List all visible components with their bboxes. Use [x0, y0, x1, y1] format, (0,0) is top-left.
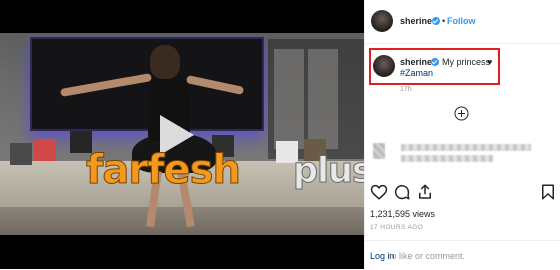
blurred-comment	[401, 144, 531, 151]
bookmark-icon	[542, 184, 554, 200]
play-icon	[160, 115, 194, 155]
save-button[interactable]	[539, 183, 557, 201]
follow-button[interactable]: Follow	[447, 16, 476, 26]
caption-text: My princess	[442, 57, 491, 67]
action-bar	[365, 183, 560, 205]
avatar[interactable]	[371, 10, 393, 32]
hashtag-link[interactable]: #Zaman	[400, 68, 433, 78]
login-prompt-text: to like or comment.	[389, 251, 466, 261]
comment-icon	[394, 184, 410, 200]
caption-username[interactable]: sherine	[400, 57, 432, 67]
caption-avatar[interactable]	[373, 55, 395, 77]
view-count: 1,231,595 views	[370, 209, 436, 219]
heart-emoji: ♥	[487, 57, 493, 67]
post-header: sherine • Follow	[365, 0, 560, 44]
load-more-comments-button[interactable]	[454, 106, 469, 121]
floor	[0, 207, 364, 235]
header-username[interactable]: sherine	[400, 16, 432, 26]
caption-time: 17h	[400, 86, 412, 93]
like-button[interactable]	[370, 183, 388, 201]
verified-icon	[432, 17, 440, 25]
share-button[interactable]	[416, 183, 434, 201]
post-time: 17 HOURS AGO	[370, 224, 424, 231]
comment-button[interactable]	[393, 183, 411, 201]
login-prompt: Log in to like or comment.	[365, 240, 560, 270]
post-side-panel: sherine • Follow sherine My princess ♥ #…	[364, 0, 560, 269]
video-player[interactable]	[0, 0, 364, 269]
play-button[interactable]	[150, 110, 200, 160]
heart-icon	[370, 184, 388, 200]
verified-icon	[431, 58, 439, 66]
blurred-comment-avatar	[373, 143, 385, 159]
share-icon	[419, 184, 431, 199]
add-circle-icon	[454, 106, 469, 121]
separator-dot: •	[442, 16, 446, 26]
blurred-comment	[401, 155, 493, 162]
